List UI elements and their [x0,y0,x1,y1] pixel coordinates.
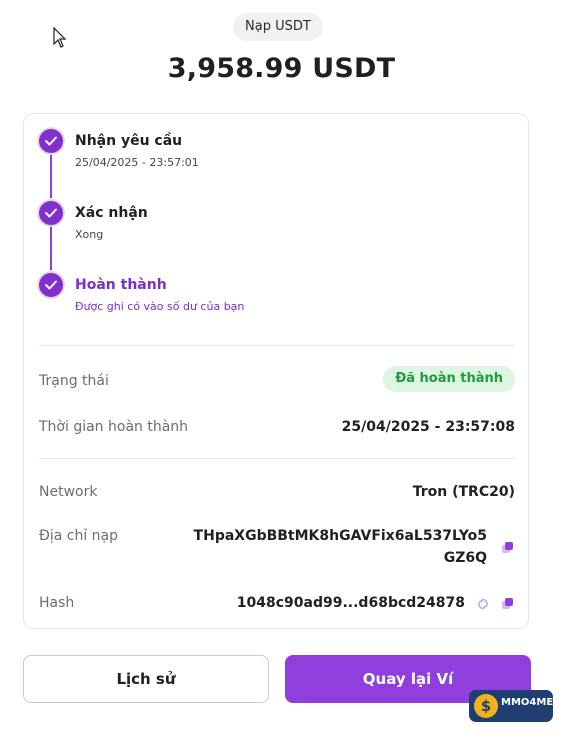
network-row: Network Tron (TRC20) [39,484,515,504]
hash-value: 1048c90ad99...d68bcd24878 [236,595,465,611]
timeline-step-title: Xác nhận [75,205,148,221]
mouse-cursor-icon [53,27,67,48]
timeline-connector [50,226,52,270]
status-row: Trạng thái Đã hoàn thành [39,366,515,393]
copy-icon[interactable] [501,541,515,555]
deposit-address-row: Địa chỉ nạp THpaXGbBBtMK8hGAVFix6aL537LY… [39,525,515,573]
divider [39,458,515,459]
network-value: Tron (TRC20) [412,484,515,500]
deposit-address-label: Địa chỉ nạp [39,528,119,544]
completed-time-value: 25/04/2025 - 23:57:08 [341,419,515,435]
timeline-step-title: Nhận yêu cầu [75,133,183,149]
check-icon [39,129,63,153]
hash-label: Hash [39,595,75,611]
check-icon [39,201,63,225]
coin-icon: $ [474,694,498,718]
watermark-logo: $ MMO4ME [469,690,553,722]
divider [39,345,515,346]
deposit-address-line: GZ6Q [443,550,487,566]
timeline-step-subtitle: Được ghi có vào số dư của bạn [75,300,245,313]
timeline-step-subtitle: 25/04/2025 - 23:57:01 [75,156,199,169]
page-type-badge: Nạp USDT [233,13,323,41]
deposit-address-line: THpaXGbBBtMK8hGAVFix6aL537LYo5 [193,528,487,544]
copy-icon[interactable] [501,597,515,611]
hash-row: Hash 1048c90ad99...d68bcd24878 [39,595,515,615]
status-badge: Đã hoàn thành [383,366,515,392]
network-label: Network [39,484,98,500]
history-button[interactable]: Lịch sử [23,655,269,703]
completed-time-label: Thời gian hoàn thành [39,419,189,435]
status-label: Trạng thái [39,373,109,389]
watermark-text: MMO4ME [501,697,554,708]
deposit-address-value: THpaXGbBBtMK8hGAVFix6aL537LYo5 GZ6Q [194,525,487,569]
timeline-connector [50,154,52,198]
timeline-step-subtitle: Xong [75,228,104,241]
external-link-icon[interactable] [475,596,491,612]
amount-title: 3,958.99 USDT [167,53,396,84]
check-icon [39,273,63,297]
completed-time-row: Thời gian hoàn thành 25/04/2025 - 23:57:… [39,419,515,439]
transaction-details-card: Nhận yêu cầu 25/04/2025 - 23:57:01 Xác n… [23,113,529,629]
timeline-step-title: Hoàn thành [75,277,167,293]
